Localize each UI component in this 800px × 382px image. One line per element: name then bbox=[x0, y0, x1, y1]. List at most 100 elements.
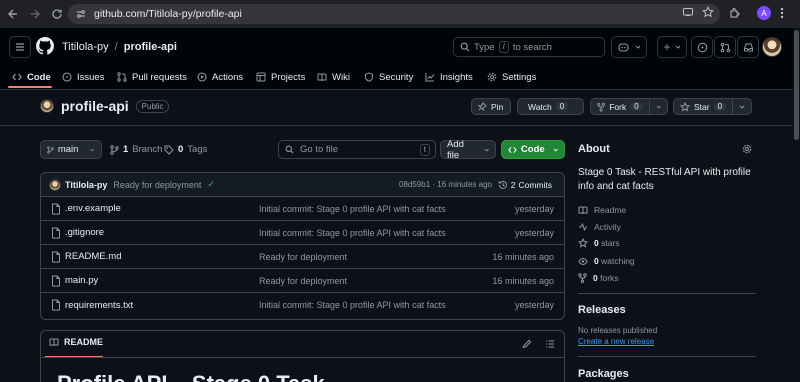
divider bbox=[41, 357, 564, 358]
readme-heading: Profile API – Stage 0 Task bbox=[57, 371, 325, 382]
visibility-badge: Public bbox=[135, 99, 170, 113]
browser-menu-icon[interactable] bbox=[780, 7, 784, 22]
create-release-link[interactable]: Create a new release bbox=[578, 337, 654, 346]
packages-heading[interactable]: Packages bbox=[578, 368, 629, 380]
file-icon bbox=[52, 203, 60, 215]
code-button[interactable]: Code bbox=[501, 140, 565, 159]
active-tab-indicator bbox=[8, 86, 52, 88]
address-bar[interactable]: github.com/Titilola-py/profile-api bbox=[68, 4, 720, 24]
search-icon bbox=[460, 42, 470, 52]
repo-forked-icon bbox=[578, 273, 587, 283]
file-commit-message[interactable]: Ready for deployment bbox=[259, 276, 347, 286]
repo-forked-icon bbox=[597, 102, 605, 112]
readme-tab[interactable]: README bbox=[49, 337, 103, 347]
commit-author-avatar[interactable] bbox=[49, 178, 61, 191]
file-name[interactable]: .gitignore bbox=[65, 227, 104, 238]
pull-requests-button[interactable] bbox=[714, 36, 736, 58]
commit-hash[interactable]: 08d59b1 bbox=[399, 180, 430, 189]
file-row[interactable]: .env.example Initial commit: Stage 0 pro… bbox=[41, 197, 564, 221]
scrollbar-thumb[interactable] bbox=[794, 30, 799, 140]
reload-icon[interactable] bbox=[48, 5, 66, 23]
tab-projects[interactable]: Projects bbox=[256, 69, 305, 85]
readme-link[interactable]: Readme bbox=[578, 205, 626, 215]
file-icon bbox=[52, 227, 60, 239]
list-outline-icon[interactable] bbox=[545, 339, 555, 349]
button-divider bbox=[732, 99, 734, 114]
breadcrumb-owner[interactable]: Titilola-py bbox=[62, 41, 109, 53]
tab-issues[interactable]: Issues bbox=[62, 69, 104, 85]
star-button[interactable]: Star 0 bbox=[673, 98, 752, 115]
site-info-icon[interactable] bbox=[76, 9, 86, 19]
gear-icon[interactable] bbox=[742, 144, 752, 154]
back-arrow-icon[interactable] bbox=[4, 5, 22, 23]
file-name[interactable]: main.py bbox=[65, 275, 98, 286]
hamburger-icon bbox=[16, 43, 24, 51]
file-name[interactable]: .env.example bbox=[65, 203, 121, 214]
activity-link[interactable]: Activity bbox=[578, 222, 621, 232]
extensions-icon[interactable] bbox=[729, 7, 741, 22]
forks-link[interactable]: 0 forks bbox=[578, 273, 619, 283]
releases-heading[interactable]: Releases bbox=[578, 304, 626, 316]
add-file-button[interactable]: Add file bbox=[440, 139, 496, 161]
tab-wiki[interactable]: Wiki bbox=[317, 69, 350, 85]
create-new-button[interactable]: + bbox=[657, 36, 687, 58]
owner-avatar[interactable] bbox=[40, 99, 54, 113]
file-commit-message[interactable]: Initial commit: Stage 0 profile API with… bbox=[259, 300, 446, 310]
cast-icon[interactable] bbox=[682, 6, 694, 18]
branch-select[interactable]: main bbox=[40, 140, 102, 159]
pin-button[interactable]: Pin bbox=[471, 98, 511, 115]
github-logo-icon[interactable] bbox=[36, 37, 54, 58]
file-row[interactable]: main.py Ready for deployment 16 minutes … bbox=[41, 269, 564, 293]
file-name[interactable]: requirements.txt bbox=[65, 300, 133, 311]
browser-toolbar: github.com/Titilola-py/profile-api A bbox=[0, 0, 800, 28]
tab-code[interactable]: Code bbox=[12, 69, 51, 85]
copilot-button[interactable] bbox=[611, 36, 647, 58]
file-commit-message[interactable]: Initial commit: Stage 0 profile API with… bbox=[259, 204, 446, 214]
file-row[interactable]: .gitignore Initial commit: Stage 0 profi… bbox=[41, 221, 564, 245]
tab-insights[interactable]: Insights bbox=[425, 69, 473, 85]
tab-settings[interactable]: Settings bbox=[487, 69, 536, 85]
pencil-icon[interactable] bbox=[522, 339, 532, 349]
breadcrumb-repo[interactable]: profile-api bbox=[124, 41, 177, 53]
code-icon bbox=[508, 146, 517, 153]
commit-message[interactable]: Ready for deployment bbox=[113, 180, 201, 190]
inbox-icon bbox=[743, 43, 753, 51]
page-scrollbar[interactable] bbox=[793, 28, 800, 382]
commits-link[interactable]: 2 Commits bbox=[498, 180, 552, 190]
tab-pull-requests[interactable]: Pull requests bbox=[117, 69, 187, 85]
forward-arrow-icon[interactable] bbox=[26, 5, 44, 23]
file-commit-time: yesterday bbox=[514, 203, 554, 214]
fork-button[interactable]: Fork 0 bbox=[590, 98, 668, 115]
book-icon bbox=[49, 338, 59, 346]
repo-title[interactable]: profile-api bbox=[61, 98, 129, 114]
file-name[interactable]: README.md bbox=[65, 251, 121, 262]
file-row[interactable]: README.md Ready for deployment 16 minute… bbox=[41, 245, 564, 269]
file-icon bbox=[52, 275, 60, 287]
commit-author[interactable]: Titilola-py bbox=[65, 180, 107, 190]
url-text[interactable]: github.com/Titilola-py/profile-api bbox=[94, 8, 242, 20]
issues-button[interactable] bbox=[691, 36, 713, 58]
check-icon[interactable]: ✓ bbox=[207, 179, 215, 190]
profile-avatar[interactable]: A bbox=[757, 6, 771, 20]
notifications-button[interactable] bbox=[737, 36, 759, 58]
file-commit-time: yesterday bbox=[514, 227, 554, 238]
eye-icon bbox=[578, 257, 588, 265]
hamburger-menu-button[interactable] bbox=[9, 36, 31, 58]
breadcrumb: Titilola-py / profile-api bbox=[62, 41, 177, 53]
watchers-link[interactable]: 0 watching bbox=[578, 256, 635, 266]
file-row[interactable]: requirements.txt Initial commit: Stage 0… bbox=[41, 293, 564, 317]
user-avatar[interactable] bbox=[762, 37, 782, 57]
branches-link[interactable]: 1 Branch bbox=[110, 144, 162, 155]
star-icon bbox=[578, 238, 588, 248]
file-commit-message[interactable]: Initial commit: Stage 0 profile API with… bbox=[259, 228, 446, 238]
file-commit-message[interactable]: Ready for deployment bbox=[259, 252, 347, 262]
bookmark-star-icon[interactable] bbox=[702, 6, 714, 18]
go-to-file-input[interactable]: Go to file t bbox=[278, 140, 436, 159]
search-input[interactable]: Type / to search bbox=[453, 37, 605, 57]
stars-link[interactable]: 0 stars bbox=[578, 238, 620, 248]
watch-button[interactable]: Watch 0 bbox=[517, 98, 584, 115]
watch-count: 0 bbox=[555, 102, 569, 111]
tab-security[interactable]: Security bbox=[364, 69, 413, 85]
tags-link[interactable]: 0 Tags bbox=[164, 144, 207, 155]
tab-actions[interactable]: Actions bbox=[197, 69, 243, 85]
